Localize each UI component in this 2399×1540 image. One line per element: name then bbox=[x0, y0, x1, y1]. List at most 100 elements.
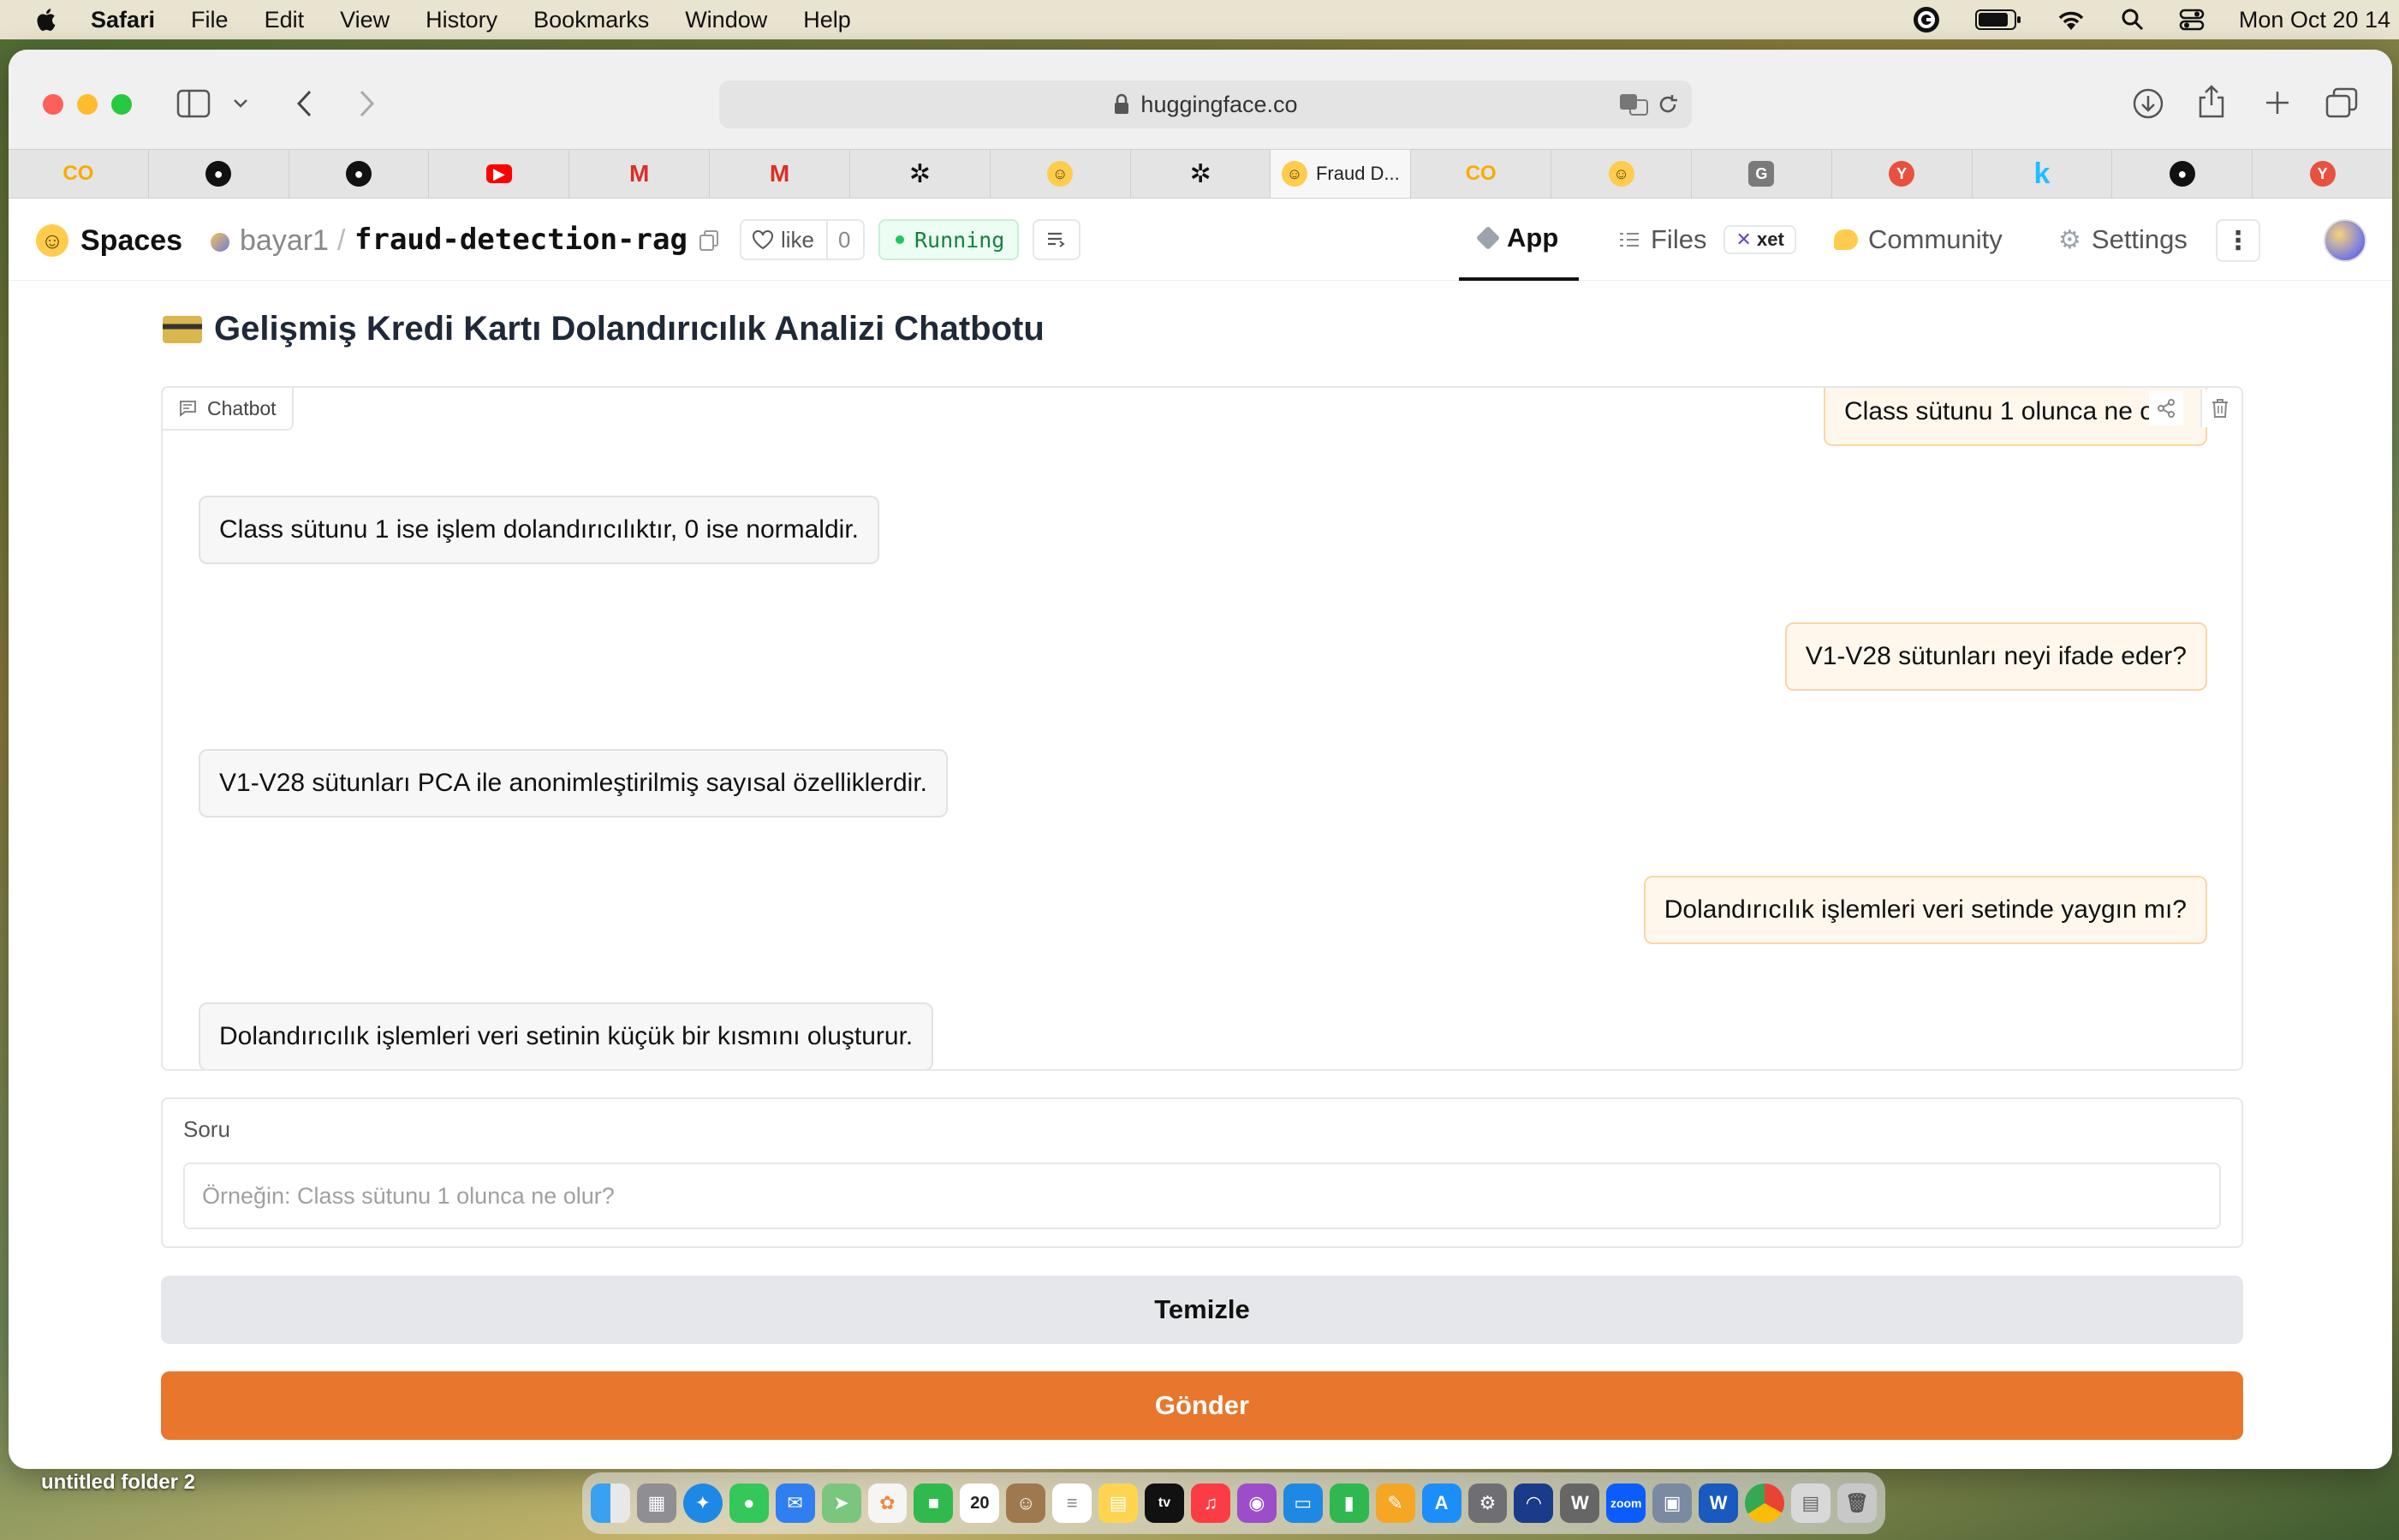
tab-chatgpt[interactable]: ✲ bbox=[850, 150, 991, 198]
safari-icon[interactable]: ✦ bbox=[682, 1484, 723, 1523]
photos-icon[interactable]: ✿ bbox=[867, 1484, 908, 1523]
address-bar[interactable]: huggingface.co bbox=[719, 80, 1692, 128]
tab-huggingface[interactable]: ☺ bbox=[991, 150, 1131, 198]
menu-app-name[interactable]: Safari bbox=[91, 7, 155, 33]
back-icon[interactable] bbox=[295, 89, 315, 118]
menu-edit[interactable]: Edit bbox=[265, 7, 305, 33]
share-icon bbox=[2158, 399, 2175, 418]
tab-app[interactable]: App bbox=[1459, 199, 1580, 281]
trash-dock-icon[interactable]: 🗑 bbox=[1836, 1484, 1877, 1523]
more-options-button[interactable]: ⋮ bbox=[2216, 219, 2260, 262]
logs-button[interactable] bbox=[1033, 219, 1080, 260]
macos-menubar: Safari File Edit View History Bookmarks … bbox=[0, 0, 2399, 39]
tab-github[interactable]: ● bbox=[149, 150, 289, 198]
tab-huggingface[interactable]: ☺ bbox=[1551, 150, 1692, 198]
microsoft-word-icon[interactable]: W bbox=[1699, 1484, 1739, 1523]
downloads-icon[interactable] bbox=[2132, 87, 2164, 120]
owner-link[interactable]: bayar1 bbox=[240, 224, 329, 258]
zoom-window-button[interactable] bbox=[111, 94, 132, 115]
spotlight-search-icon[interactable] bbox=[2121, 8, 2145, 32]
question-input[interactable] bbox=[183, 1162, 2221, 1229]
copy-icon[interactable] bbox=[699, 229, 719, 252]
tab-youtube[interactable]: ▶ bbox=[429, 150, 570, 198]
sidebar-icon[interactable] bbox=[176, 89, 211, 118]
chatbot-panel[interactable]: Chatbot Class sütunu 1 olunca ne olu Cla… bbox=[161, 386, 2243, 1071]
apple-menu-icon[interactable] bbox=[34, 7, 57, 33]
facetime-icon[interactable]: ■ bbox=[914, 1484, 954, 1523]
like-button[interactable]: like 0 bbox=[740, 219, 865, 260]
tab-colab[interactable]: CO bbox=[9, 150, 149, 198]
contacts-icon[interactable]: ☺ bbox=[1006, 1484, 1046, 1523]
apple-tv-icon[interactable]: tv bbox=[1145, 1484, 1184, 1523]
share-chat-button[interactable] bbox=[2149, 391, 2183, 425]
mail-icon[interactable]: ✉ bbox=[775, 1484, 815, 1523]
tab-overview-icon[interactable] bbox=[2325, 87, 2358, 118]
menu-bookmarks[interactable]: Bookmarks bbox=[533, 7, 649, 33]
tab-kaggle[interactable]: k bbox=[1973, 150, 2113, 198]
clear-button[interactable]: Temizle bbox=[161, 1275, 2243, 1344]
chevron-down-icon[interactable] bbox=[233, 98, 248, 110]
pages-icon[interactable]: ✎ bbox=[1375, 1484, 1415, 1523]
share-icon[interactable] bbox=[2197, 84, 2226, 118]
podcasts-icon[interactable]: ◉ bbox=[1236, 1484, 1277, 1523]
forward-icon[interactable] bbox=[356, 89, 377, 118]
word-app-icon[interactable]: W bbox=[1560, 1484, 1600, 1523]
calendar-icon[interactable]: 20 bbox=[960, 1484, 1000, 1523]
desktop-folder-label[interactable]: untitled folder 2 bbox=[41, 1471, 195, 1495]
tab-community[interactable]: Community bbox=[1834, 199, 2003, 281]
battery-icon[interactable] bbox=[1974, 9, 2021, 31]
messages-icon[interactable]: ● bbox=[729, 1484, 769, 1523]
community-icon bbox=[1834, 229, 1858, 250]
tab-ycombinator[interactable]: Y bbox=[1832, 150, 1973, 198]
tab-chatgpt[interactable]: ✲ bbox=[1131, 150, 1271, 198]
user-avatar[interactable] bbox=[2324, 219, 2366, 262]
menu-file[interactable]: File bbox=[191, 7, 229, 33]
menu-history[interactable]: History bbox=[426, 7, 497, 33]
keynote-icon[interactable]: ▭ bbox=[1283, 1484, 1323, 1523]
launchpad-icon[interactable]: ▦ bbox=[636, 1484, 676, 1523]
control-center-icon[interactable] bbox=[2179, 8, 2205, 32]
network-app-icon[interactable]: ◠ bbox=[1514, 1484, 1554, 1523]
preview-icon[interactable]: ▣ bbox=[1652, 1484, 1693, 1523]
tab-gmail[interactable]: M bbox=[710, 150, 850, 198]
message-text: V1-V28 sütunları neyi ifade eder? bbox=[1805, 642, 2187, 670]
notes-icon[interactable]: ▤ bbox=[1098, 1484, 1139, 1523]
minimize-window-button[interactable] bbox=[77, 94, 98, 115]
reload-icon[interactable] bbox=[1656, 92, 1680, 116]
music-icon[interactable]: ♫ bbox=[1190, 1484, 1230, 1523]
huggingface-logo-icon[interactable]: ☺ bbox=[36, 224, 68, 257]
menu-help[interactable]: Help bbox=[803, 7, 851, 33]
tab-fraud-detection[interactable]: ☺ Fraud D... bbox=[1271, 150, 1412, 198]
close-window-button[interactable] bbox=[43, 94, 63, 115]
app-store-icon[interactable]: A bbox=[1421, 1484, 1461, 1523]
tab-colab[interactable]: CO bbox=[1411, 150, 1552, 198]
tab-ycombinator[interactable]: Y bbox=[2253, 150, 2392, 198]
space-name[interactable]: fraud-detection-rag bbox=[354, 223, 688, 257]
chrome-icon[interactable] bbox=[1745, 1484, 1784, 1523]
reminders-icon[interactable]: ≡ bbox=[1052, 1484, 1092, 1523]
file-icon[interactable]: ▤ bbox=[1790, 1484, 1831, 1523]
clear-chat-button[interactable] bbox=[2200, 389, 2238, 427]
tab-community-label: Community bbox=[1868, 224, 2003, 254]
menu-view[interactable]: View bbox=[340, 7, 390, 33]
spaces-link[interactable]: Spaces bbox=[80, 224, 182, 258]
grammarly-icon[interactable] bbox=[1912, 5, 1941, 34]
numbers-icon[interactable]: ▮ bbox=[1329, 1484, 1369, 1523]
system-settings-icon[interactable]: ⚙ bbox=[1467, 1484, 1508, 1523]
maps-icon[interactable]: ➤ bbox=[821, 1484, 861, 1523]
tab-gmail[interactable]: M bbox=[569, 150, 711, 198]
tab-settings[interactable]: ⚙ Settings bbox=[2058, 199, 2188, 281]
finder-icon[interactable] bbox=[591, 1484, 630, 1523]
new-tab-icon[interactable] bbox=[2264, 89, 2291, 116]
menubar-clock[interactable]: Mon Oct 20 14 bbox=[2239, 7, 2390, 33]
tab-files[interactable]: Files ✕ xet bbox=[1618, 199, 1796, 281]
tab-github[interactable]: ● bbox=[289, 150, 430, 198]
wifi-icon[interactable] bbox=[2056, 8, 2086, 32]
owner-avatar bbox=[211, 233, 229, 252]
translate-icon[interactable] bbox=[1618, 92, 1649, 116]
tab-github[interactable]: ● bbox=[2112, 150, 2253, 198]
send-button[interactable]: Gönder bbox=[161, 1371, 2243, 1440]
tab-g[interactable]: G bbox=[1692, 150, 1832, 198]
menu-window[interactable]: Window bbox=[685, 7, 767, 33]
zoom-icon[interactable]: zoom bbox=[1606, 1484, 1646, 1523]
